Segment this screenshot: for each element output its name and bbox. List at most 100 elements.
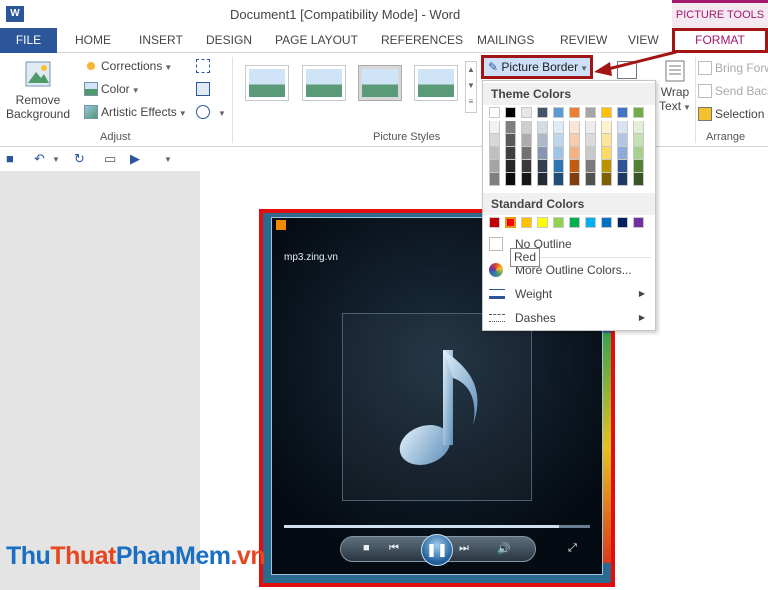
volume-icon[interactable]: 🔊: [497, 542, 511, 555]
color-swatch[interactable]: [537, 173, 548, 186]
color-swatch[interactable]: [617, 147, 628, 160]
color-swatch[interactable]: [601, 107, 612, 118]
color-swatch[interactable]: [585, 134, 596, 147]
color-swatch[interactable]: [569, 134, 580, 147]
color-swatch-selected[interactable]: [505, 217, 516, 228]
artistic-effects-button[interactable]: Artistic Effects ▼: [84, 105, 187, 119]
color-swatch[interactable]: [569, 173, 580, 186]
color-swatch[interactable]: [601, 134, 612, 147]
color-swatch[interactable]: [537, 147, 548, 160]
tab-design[interactable]: DESIGN: [206, 28, 252, 53]
color-swatch[interactable]: [633, 121, 644, 134]
pause-button[interactable]: ❚❚: [421, 534, 453, 566]
color-swatch[interactable]: [489, 217, 500, 228]
color-swatch[interactable]: [521, 107, 532, 118]
tab-page-layout[interactable]: PAGE LAYOUT: [275, 28, 358, 53]
tab-references[interactable]: REFERENCES: [381, 28, 463, 53]
color-swatch[interactable]: [537, 107, 548, 118]
customize-qat-icon[interactable]: ▼: [164, 155, 172, 164]
color-swatch[interactable]: [569, 160, 580, 173]
color-swatch[interactable]: [585, 160, 596, 173]
color-swatch[interactable]: [537, 160, 548, 173]
chevron-down-icon[interactable]: ▼: [218, 109, 226, 118]
tab-format[interactable]: FORMAT: [672, 28, 768, 53]
color-swatch[interactable]: [537, 134, 548, 147]
color-swatch[interactable]: [489, 147, 500, 160]
color-swatch[interactable]: [521, 147, 532, 160]
color-swatch[interactable]: [521, 160, 532, 173]
color-swatch[interactable]: [553, 160, 564, 173]
new-document-icon[interactable]: ▭: [104, 151, 116, 167]
color-swatch[interactable]: [585, 121, 596, 134]
next-icon[interactable]: ⏭: [459, 542, 469, 555]
color-swatch[interactable]: [553, 173, 564, 186]
tab-mailings[interactable]: MAILINGS: [477, 28, 534, 53]
color-swatch[interactable]: [537, 121, 548, 134]
color-swatch[interactable]: [585, 217, 596, 228]
save-icon[interactable]: ■: [6, 151, 14, 166]
color-swatch[interactable]: [489, 121, 500, 134]
color-swatch[interactable]: [505, 121, 516, 134]
selection-pane-button[interactable]: Selection: [698, 107, 764, 121]
previous-icon[interactable]: ⏮: [389, 542, 399, 555]
seek-bar[interactable]: [284, 525, 590, 528]
color-swatch[interactable]: [505, 173, 516, 186]
color-swatch[interactable]: [505, 107, 516, 118]
bring-forward-button[interactable]: Bring Forw: [698, 61, 768, 75]
color-swatch[interactable]: [489, 173, 500, 186]
tab-home[interactable]: HOME: [75, 28, 111, 53]
color-swatch[interactable]: [601, 173, 612, 186]
remove-background-button[interactable]: Remove Background: [4, 59, 72, 125]
color-swatch[interactable]: [585, 173, 596, 186]
send-backward-button[interactable]: Send Back: [698, 84, 768, 98]
color-swatch[interactable]: [521, 134, 532, 147]
color-swatch[interactable]: [569, 107, 580, 118]
color-swatch[interactable]: [569, 121, 580, 134]
color-swatch[interactable]: [633, 107, 644, 118]
color-swatch[interactable]: [505, 134, 516, 147]
picture-style-thumb-1[interactable]: [245, 65, 289, 101]
color-swatch[interactable]: [521, 173, 532, 186]
word-logo-icon[interactable]: W: [6, 6, 24, 22]
color-swatch[interactable]: [505, 160, 516, 173]
chevron-down-icon[interactable]: ▼: [52, 155, 60, 164]
color-swatch[interactable]: [617, 121, 628, 134]
tab-insert[interactable]: INSERT: [139, 28, 183, 53]
stop-icon[interactable]: ■: [363, 542, 370, 554]
dashes-item[interactable]: Dashes ▶: [483, 307, 655, 329]
compress-pictures-icon[interactable]: [196, 59, 210, 73]
picture-style-thumb-3[interactable]: [358, 65, 402, 101]
undo-icon[interactable]: ↶: [34, 151, 45, 167]
color-swatch[interactable]: [617, 173, 628, 186]
color-swatch[interactable]: [521, 217, 532, 228]
color-swatch[interactable]: [569, 217, 580, 228]
color-swatch[interactable]: [633, 217, 644, 228]
picture-border-button[interactable]: ✎ Picture Border ▼: [481, 55, 593, 79]
color-swatch[interactable]: [553, 147, 564, 160]
color-swatch[interactable]: [489, 134, 500, 147]
color-swatch[interactable]: [553, 107, 564, 118]
color-swatch[interactable]: [585, 147, 596, 160]
color-swatch[interactable]: [553, 134, 564, 147]
color-swatch[interactable]: [617, 217, 628, 228]
color-swatch[interactable]: [601, 217, 612, 228]
color-swatch[interactable]: [537, 217, 548, 228]
color-swatch[interactable]: [553, 121, 564, 134]
color-swatch[interactable]: [633, 134, 644, 147]
color-swatch[interactable]: [617, 160, 628, 173]
tab-file[interactable]: FILE: [0, 28, 57, 53]
more-outline-colors-item[interactable]: More Outline Colors...: [483, 259, 655, 281]
touch-mode-icon[interactable]: ▶: [130, 151, 140, 167]
redo-icon[interactable]: ↻: [74, 151, 85, 167]
color-swatch[interactable]: [601, 121, 612, 134]
color-swatch[interactable]: [633, 147, 644, 160]
color-swatch[interactable]: [569, 147, 580, 160]
color-swatch[interactable]: [505, 147, 516, 160]
weight-item[interactable]: Weight ▶: [483, 283, 655, 305]
color-swatch[interactable]: [617, 107, 628, 118]
color-swatch[interactable]: [553, 217, 564, 228]
gallery-scroll[interactable]: ▲ ▼ ≡: [465, 61, 477, 113]
color-swatch[interactable]: [489, 160, 500, 173]
picture-style-thumb-2[interactable]: [302, 65, 346, 101]
fullscreen-icon[interactable]: ⤢: [568, 542, 577, 555]
